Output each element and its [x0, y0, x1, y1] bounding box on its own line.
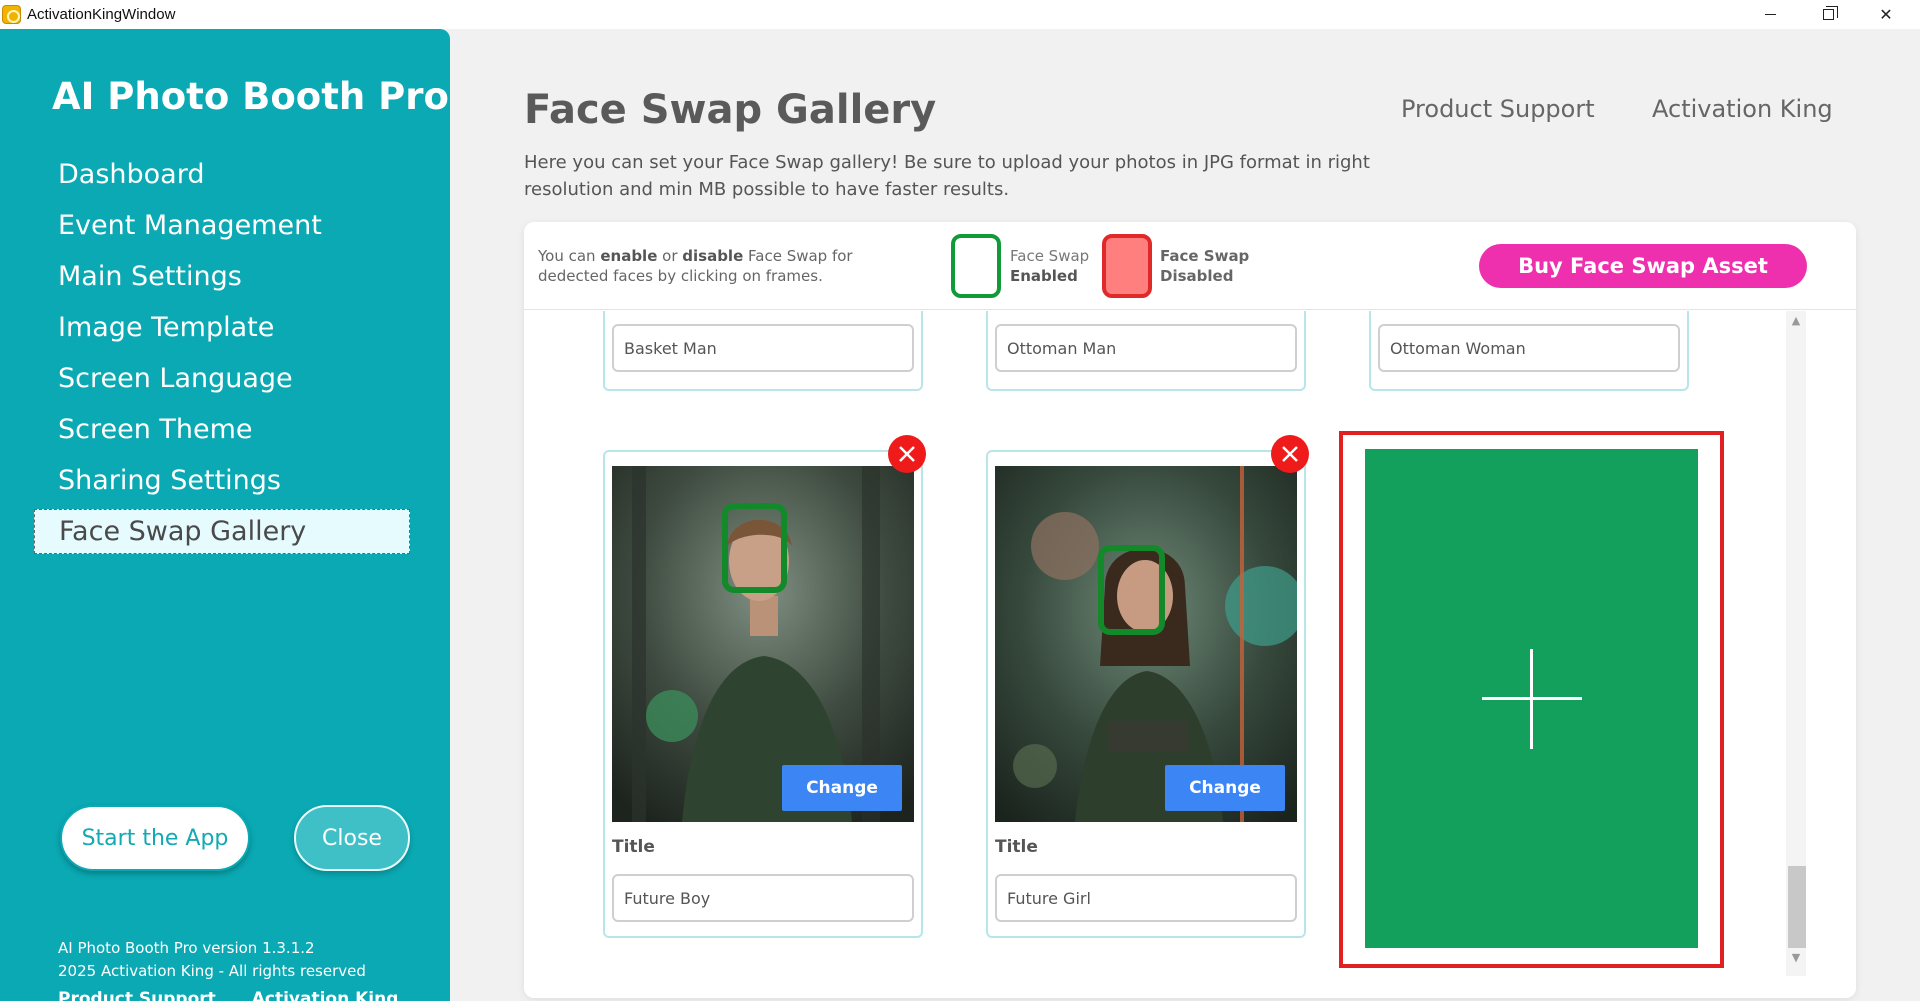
scrollbar-thumb[interactable] [1788, 866, 1806, 948]
enabled-line2: Enabled [1010, 267, 1078, 285]
sidebar: AI Photo Booth Pro Dashboard Event Manag… [0, 29, 450, 1001]
add-item-area[interactable] [1365, 449, 1698, 948]
card-title-input[interactable]: Future Boy [612, 874, 914, 922]
version-text: AI Photo Booth Pro version 1.3.1.2 [58, 939, 315, 957]
close-icon: ✕ [1879, 5, 1893, 24]
sidebar-item-sharing-settings[interactable]: Sharing Settings [34, 455, 410, 506]
face-swap-enabled-swatch [951, 234, 1001, 298]
close-icon [899, 446, 915, 462]
legend-hint: You can enable or disable Face Swap for … [538, 246, 908, 286]
close-button[interactable]: Close [294, 805, 410, 871]
sidebar-item-image-template[interactable]: Image Template [34, 302, 410, 353]
copyright-text: 2025 Activation King - All rights reserv… [58, 962, 366, 980]
card-title-input[interactable]: Ottoman Woman [1378, 324, 1680, 372]
hint-prefix: You can [538, 247, 601, 265]
legend-bar: You can enable or disable Face Swap for … [524, 222, 1856, 310]
hint-or: or [657, 247, 683, 265]
buy-face-swap-asset-button[interactable]: Buy Face Swap Asset [1479, 244, 1807, 288]
gallery-card: Basket Man [603, 311, 923, 391]
change-photo-button[interactable]: Change [782, 765, 902, 811]
window-close-button[interactable]: ✕ [1858, 0, 1914, 29]
sidebar-item-main-settings[interactable]: Main Settings [34, 251, 410, 302]
version-info: AI Photo Booth Pro version 1.3.1.2 2025 … [58, 937, 366, 983]
window-title: ActivationKingWindow [27, 6, 176, 23]
plus-icon-vertical [1530, 649, 1533, 749]
card-title-input[interactable]: Future Girl [995, 874, 1297, 922]
gallery-card: Ottoman Woman [1369, 311, 1689, 391]
gallery-card: Change Title Future Boy [603, 450, 923, 938]
scroll-down-arrow-icon[interactable]: ▼ [1786, 951, 1806, 967]
disabled-line1: Face Swap [1160, 247, 1250, 265]
minimize-icon [1764, 14, 1776, 15]
delete-card-button[interactable] [888, 435, 926, 473]
hint-enable: enable [600, 247, 658, 265]
sidebar-item-screen-theme[interactable]: Screen Theme [34, 404, 410, 455]
scroll-up-arrow-icon[interactable]: ▲ [1786, 314, 1806, 330]
sidebar-nav: Dashboard Event Management Main Settings… [34, 149, 410, 554]
card-title-label: Title [995, 837, 1038, 857]
gallery-panel: You can enable or disable Face Swap for … [524, 222, 1856, 998]
card-title-label: Title [612, 837, 655, 857]
face-swap-frame-enabled[interactable] [1098, 545, 1165, 635]
close-icon [1282, 446, 1298, 462]
footer-link-activation-king[interactable]: Activation King [252, 989, 399, 1001]
enabled-line1: Face Swap [1010, 247, 1090, 265]
hint-disable: disable [682, 247, 744, 265]
sidebar-footer-links: Product Support Activation King [58, 989, 428, 1001]
sidebar-item-face-swap-gallery[interactable]: Face Swap Gallery [34, 509, 410, 554]
restore-button[interactable] [1800, 0, 1856, 29]
start-app-button[interactable]: Start the App [60, 805, 250, 871]
app-logo-icon [2, 5, 21, 24]
gallery-card: Ottoman Man [986, 311, 1306, 391]
delete-card-button[interactable] [1271, 435, 1309, 473]
link-product-support[interactable]: Product Support [1401, 95, 1595, 123]
restore-icon [1822, 6, 1838, 20]
sidebar-item-event-management[interactable]: Event Management [34, 200, 410, 251]
page-title: Face Swap Gallery [524, 87, 937, 133]
window-titlebar: ActivationKingWindow ✕ [0, 0, 1920, 29]
link-activation-king[interactable]: Activation King [1652, 95, 1833, 123]
face-swap-disabled-swatch [1102, 234, 1152, 298]
face-swap-enabled-label: Face Swap Enabled [1010, 246, 1089, 286]
card-title-input[interactable]: Ottoman Man [995, 324, 1297, 372]
gallery-grid: Basket Man Ottoman Man Ottoman Woman Cha… [524, 311, 1784, 998]
footer-link-product-support[interactable]: Product Support [58, 989, 216, 1001]
page-description: Here you can set your Face Swap gallery!… [524, 152, 1370, 200]
face-swap-disabled-label: Face Swap Disabled [1160, 246, 1249, 286]
sidebar-item-dashboard[interactable]: Dashboard [34, 149, 410, 200]
sidebar-item-screen-language[interactable]: Screen Language [34, 353, 410, 404]
add-gallery-item-tile[interactable] [1339, 431, 1724, 968]
disabled-line2: Disabled [1160, 267, 1234, 285]
minimize-button[interactable] [1742, 0, 1798, 29]
face-swap-frame-enabled[interactable] [722, 503, 787, 593]
gallery-card: Change Title Future Girl [986, 450, 1306, 938]
app-brand: AI Photo Booth Pro [52, 75, 449, 118]
card-title-input[interactable]: Basket Man [612, 324, 914, 372]
change-photo-button[interactable]: Change [1165, 765, 1285, 811]
